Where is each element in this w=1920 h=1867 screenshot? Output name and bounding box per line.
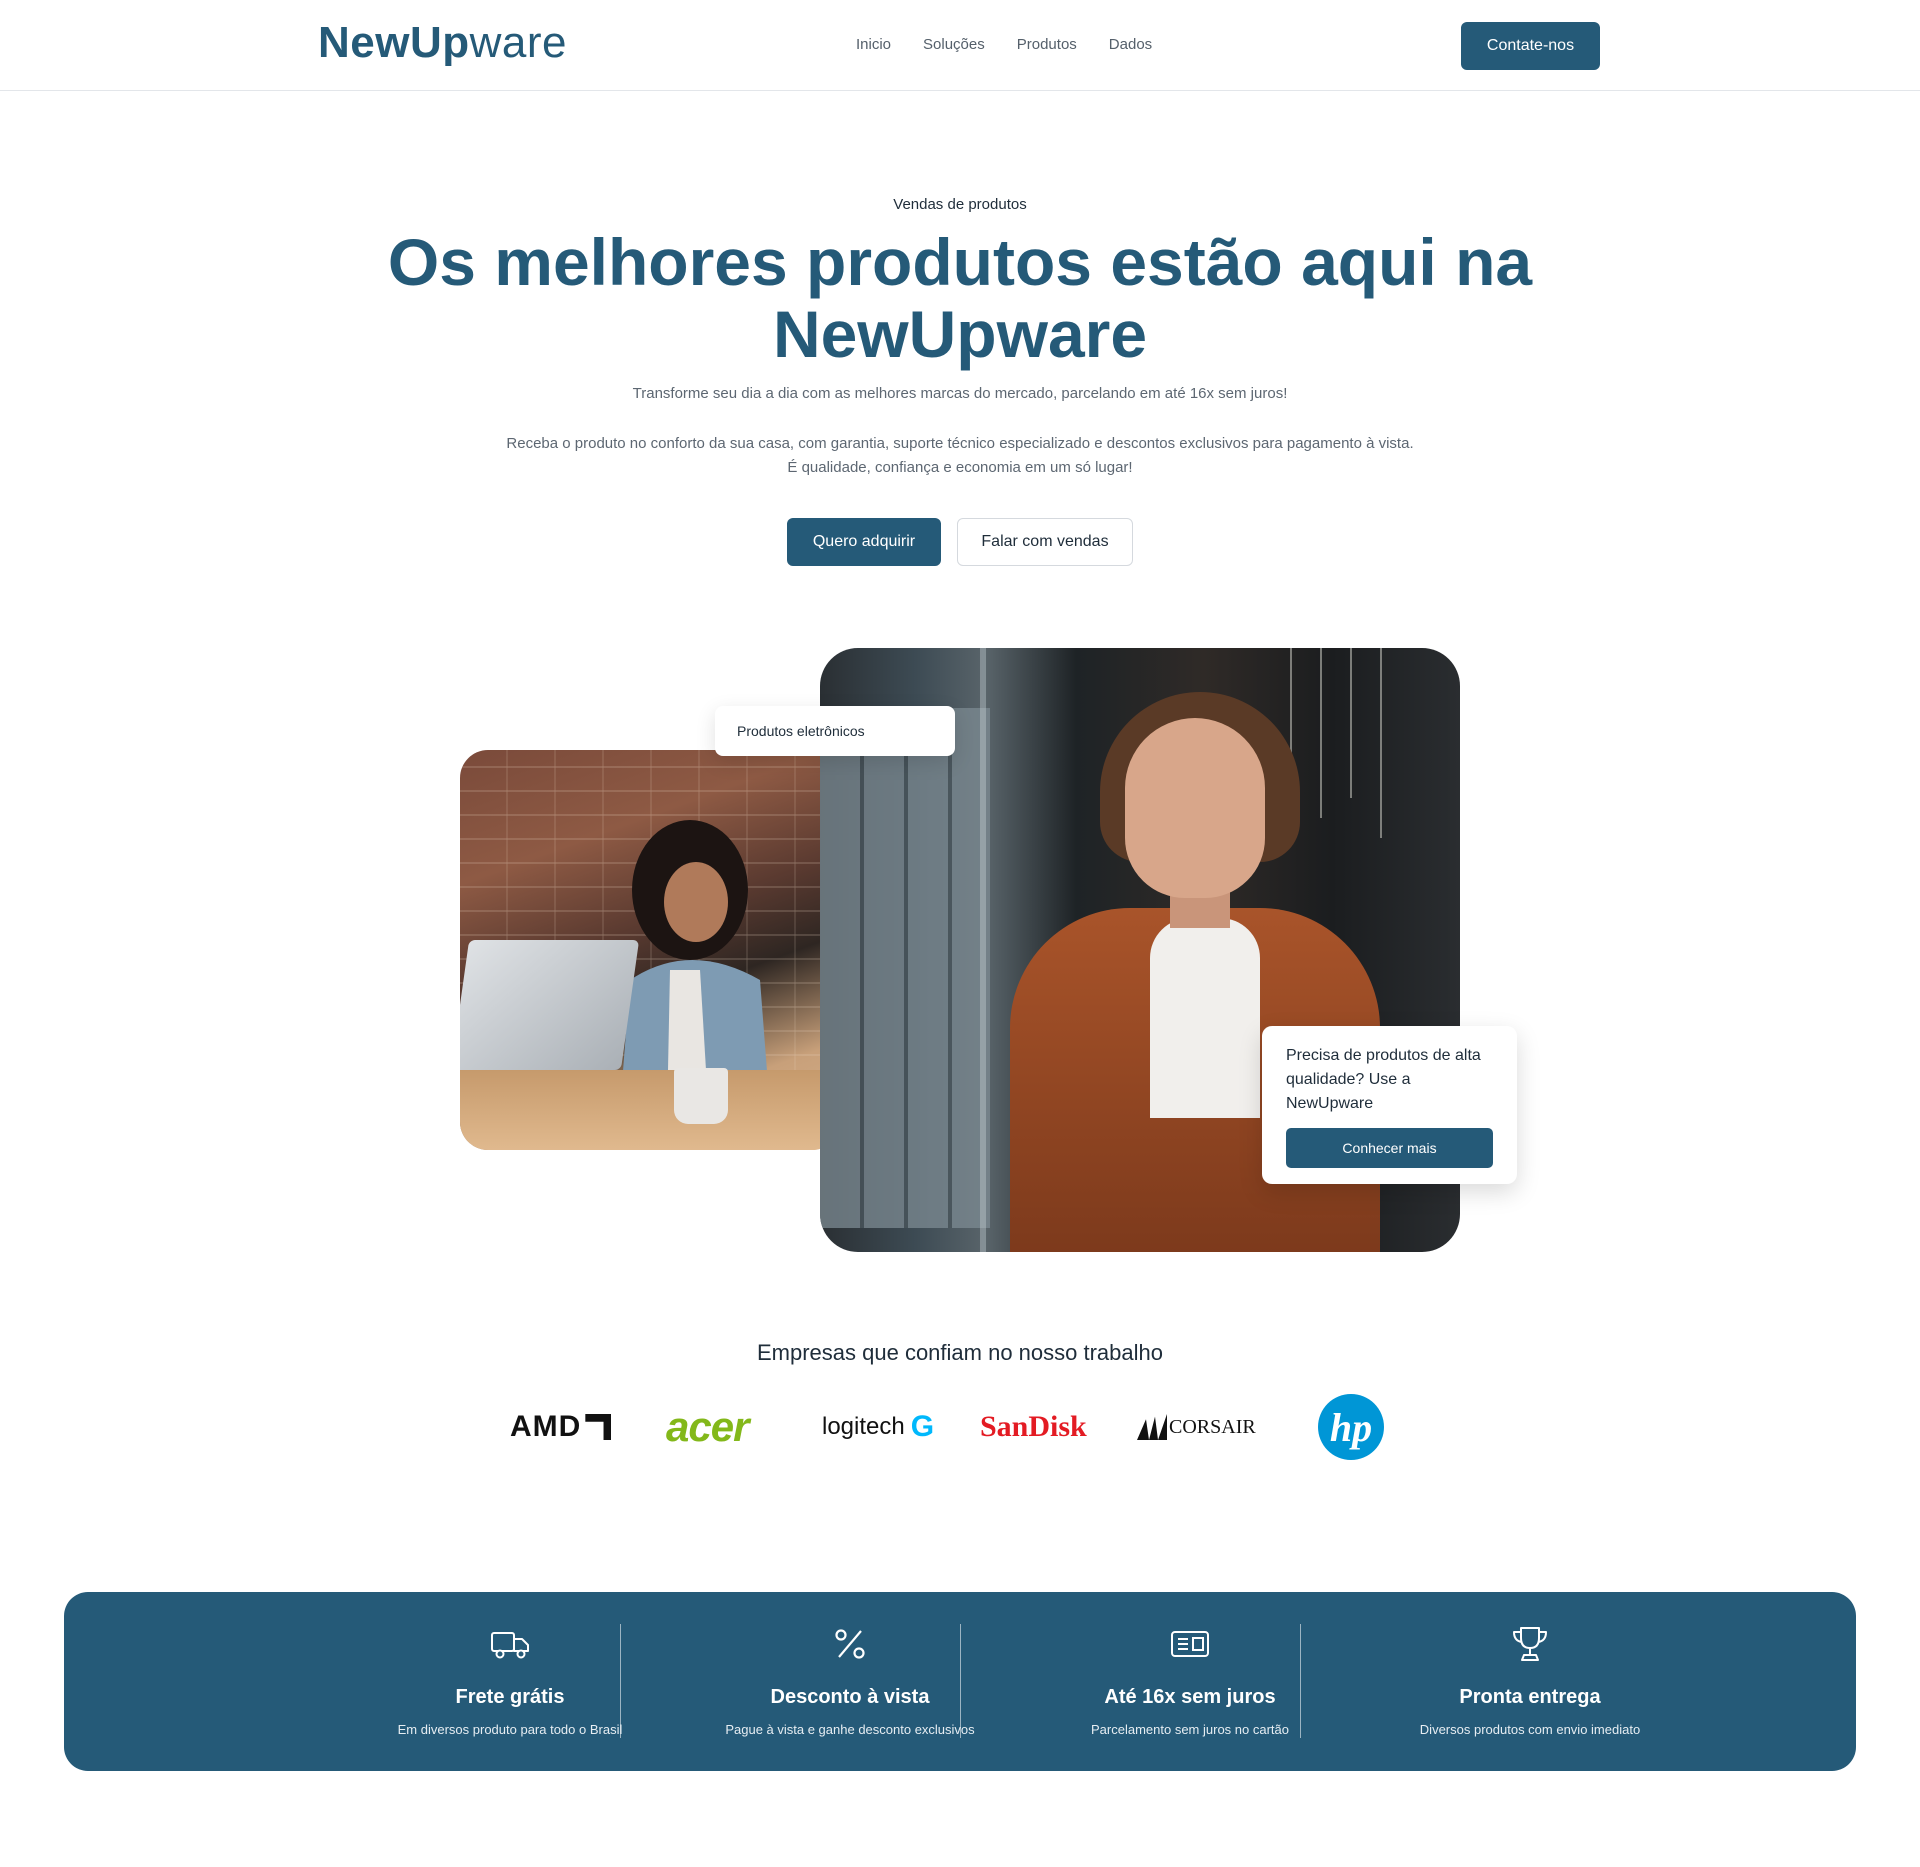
photo-table [460, 1070, 840, 1150]
corsair-logo-text: CORSAIR [1169, 1415, 1256, 1438]
nav-item-solucoes[interactable]: Soluções [923, 36, 985, 53]
trophy-icon [1513, 1627, 1547, 1661]
benefits-bar: Frete grátis Em diversos produto para to… [64, 1592, 1856, 1771]
logo-text-light: ware [469, 18, 567, 67]
photo-face [1125, 718, 1265, 898]
sandisk-logo: SanDisk [980, 1410, 1087, 1443]
photo-woman-laptop [460, 750, 840, 1150]
corsair-sail-icon [1137, 1414, 1167, 1440]
talk-to-sales-button[interactable]: Falar com vendas [957, 518, 1133, 566]
main-nav: Inicio Soluções Produtos Dados [856, 36, 1152, 53]
benefit-divider [960, 1624, 961, 1738]
benefit-subtitle: Parcelamento sem juros no cartão [1091, 1722, 1289, 1737]
logitech-logo: logitech G [822, 1392, 934, 1462]
benefit-cash-discount: Desconto à vista Pague à vista e ganhe d… [680, 1592, 1020, 1771]
contact-button[interactable]: Contate-nos [1461, 22, 1600, 70]
promo-card: Precisa de produtos de alta qualidade? U… [1262, 1026, 1517, 1184]
logitech-g-icon: G [910, 1410, 935, 1443]
card-icon [1171, 1631, 1209, 1657]
site-header: NewUpware Inicio Soluções Produtos Dados… [0, 0, 1920, 91]
logo-text-bold: NewUp [318, 18, 470, 67]
hero-description: Receba o produto no conforto da sua casa… [360, 432, 1560, 480]
benefit-title: Até 16x sem juros [1104, 1686, 1276, 1708]
benefit-divider [620, 1624, 621, 1738]
benefit-free-shipping: Frete grátis Em diversos produto para to… [340, 1592, 680, 1771]
amd-arrow-icon [585, 1414, 612, 1440]
percent-icon [835, 1629, 865, 1659]
partners-title: Empresas que confiam no nosso trabalho [756, 1340, 1163, 1365]
benefit-subtitle: Diversos produtos com envio imediato [1419, 1722, 1641, 1737]
hero-description-line-1: Receba o produto no conforto da sua casa… [506, 435, 1414, 452]
photo-shirt [1150, 918, 1260, 1118]
photo-lamp [1320, 648, 1322, 818]
photo-lamp [1380, 648, 1382, 838]
amd-logo: AMD [510, 1392, 612, 1462]
benefit-title: Frete grátis [455, 1686, 565, 1708]
learn-more-button[interactable]: Conhecer mais [1286, 1128, 1493, 1168]
photo-lamp [1350, 648, 1352, 798]
hero-eyebrow: Vendas de produtos [893, 196, 1027, 213]
nav-item-dados[interactable]: Dados [1109, 36, 1152, 53]
buy-button[interactable]: Quero adquirir [787, 518, 941, 566]
nav-item-inicio[interactable]: Inicio [856, 36, 891, 53]
photo-glass-edge [980, 648, 986, 1252]
truck-icon [491, 1632, 529, 1659]
benefit-installments: Até 16x sem juros Parcelamento sem juros… [1020, 1592, 1360, 1771]
hp-logo: hp [1318, 1394, 1384, 1460]
logitech-logo-text: logitech [822, 1413, 905, 1440]
hero-title: Os melhores produtos estão aqui na NewUp… [387, 225, 1533, 371]
nav-item-produtos[interactable]: Produtos [1017, 36, 1077, 53]
hero-description-line-2: É qualidade, confiança e economia em um … [787, 459, 1133, 476]
corsair-logo: CORSAIR [1137, 1392, 1256, 1462]
photo-mug [674, 1068, 728, 1124]
benefit-subtitle: Em diversos produto para todo o Brasil [397, 1722, 623, 1737]
benefit-divider [1300, 1624, 1301, 1738]
benefit-subtitle: Pague à vista e ganhe desconto exclusivo… [725, 1722, 975, 1737]
acer-logo: acer [666, 1403, 749, 1450]
hero-lead: Transforme seu dia a dia com as melhores… [632, 385, 1288, 402]
photo-laptop [460, 940, 640, 1070]
benefit-ready-delivery: Pronta entrega Diversos produtos com env… [1360, 1592, 1700, 1771]
benefit-title: Desconto à vista [770, 1686, 930, 1708]
promo-card-text: Precisa de produtos de alta qualidade? U… [1286, 1047, 1481, 1112]
benefit-title: Pronta entrega [1459, 1686, 1601, 1708]
amd-logo-text: AMD [510, 1410, 582, 1443]
brand-logo[interactable]: NewUpware [318, 18, 567, 68]
products-tag: Produtos eletrônicos [715, 706, 955, 756]
photo-window [820, 708, 990, 1228]
partner-logos: AMD acer logitech G SanDisk CORSAIR hp [500, 1392, 1400, 1462]
